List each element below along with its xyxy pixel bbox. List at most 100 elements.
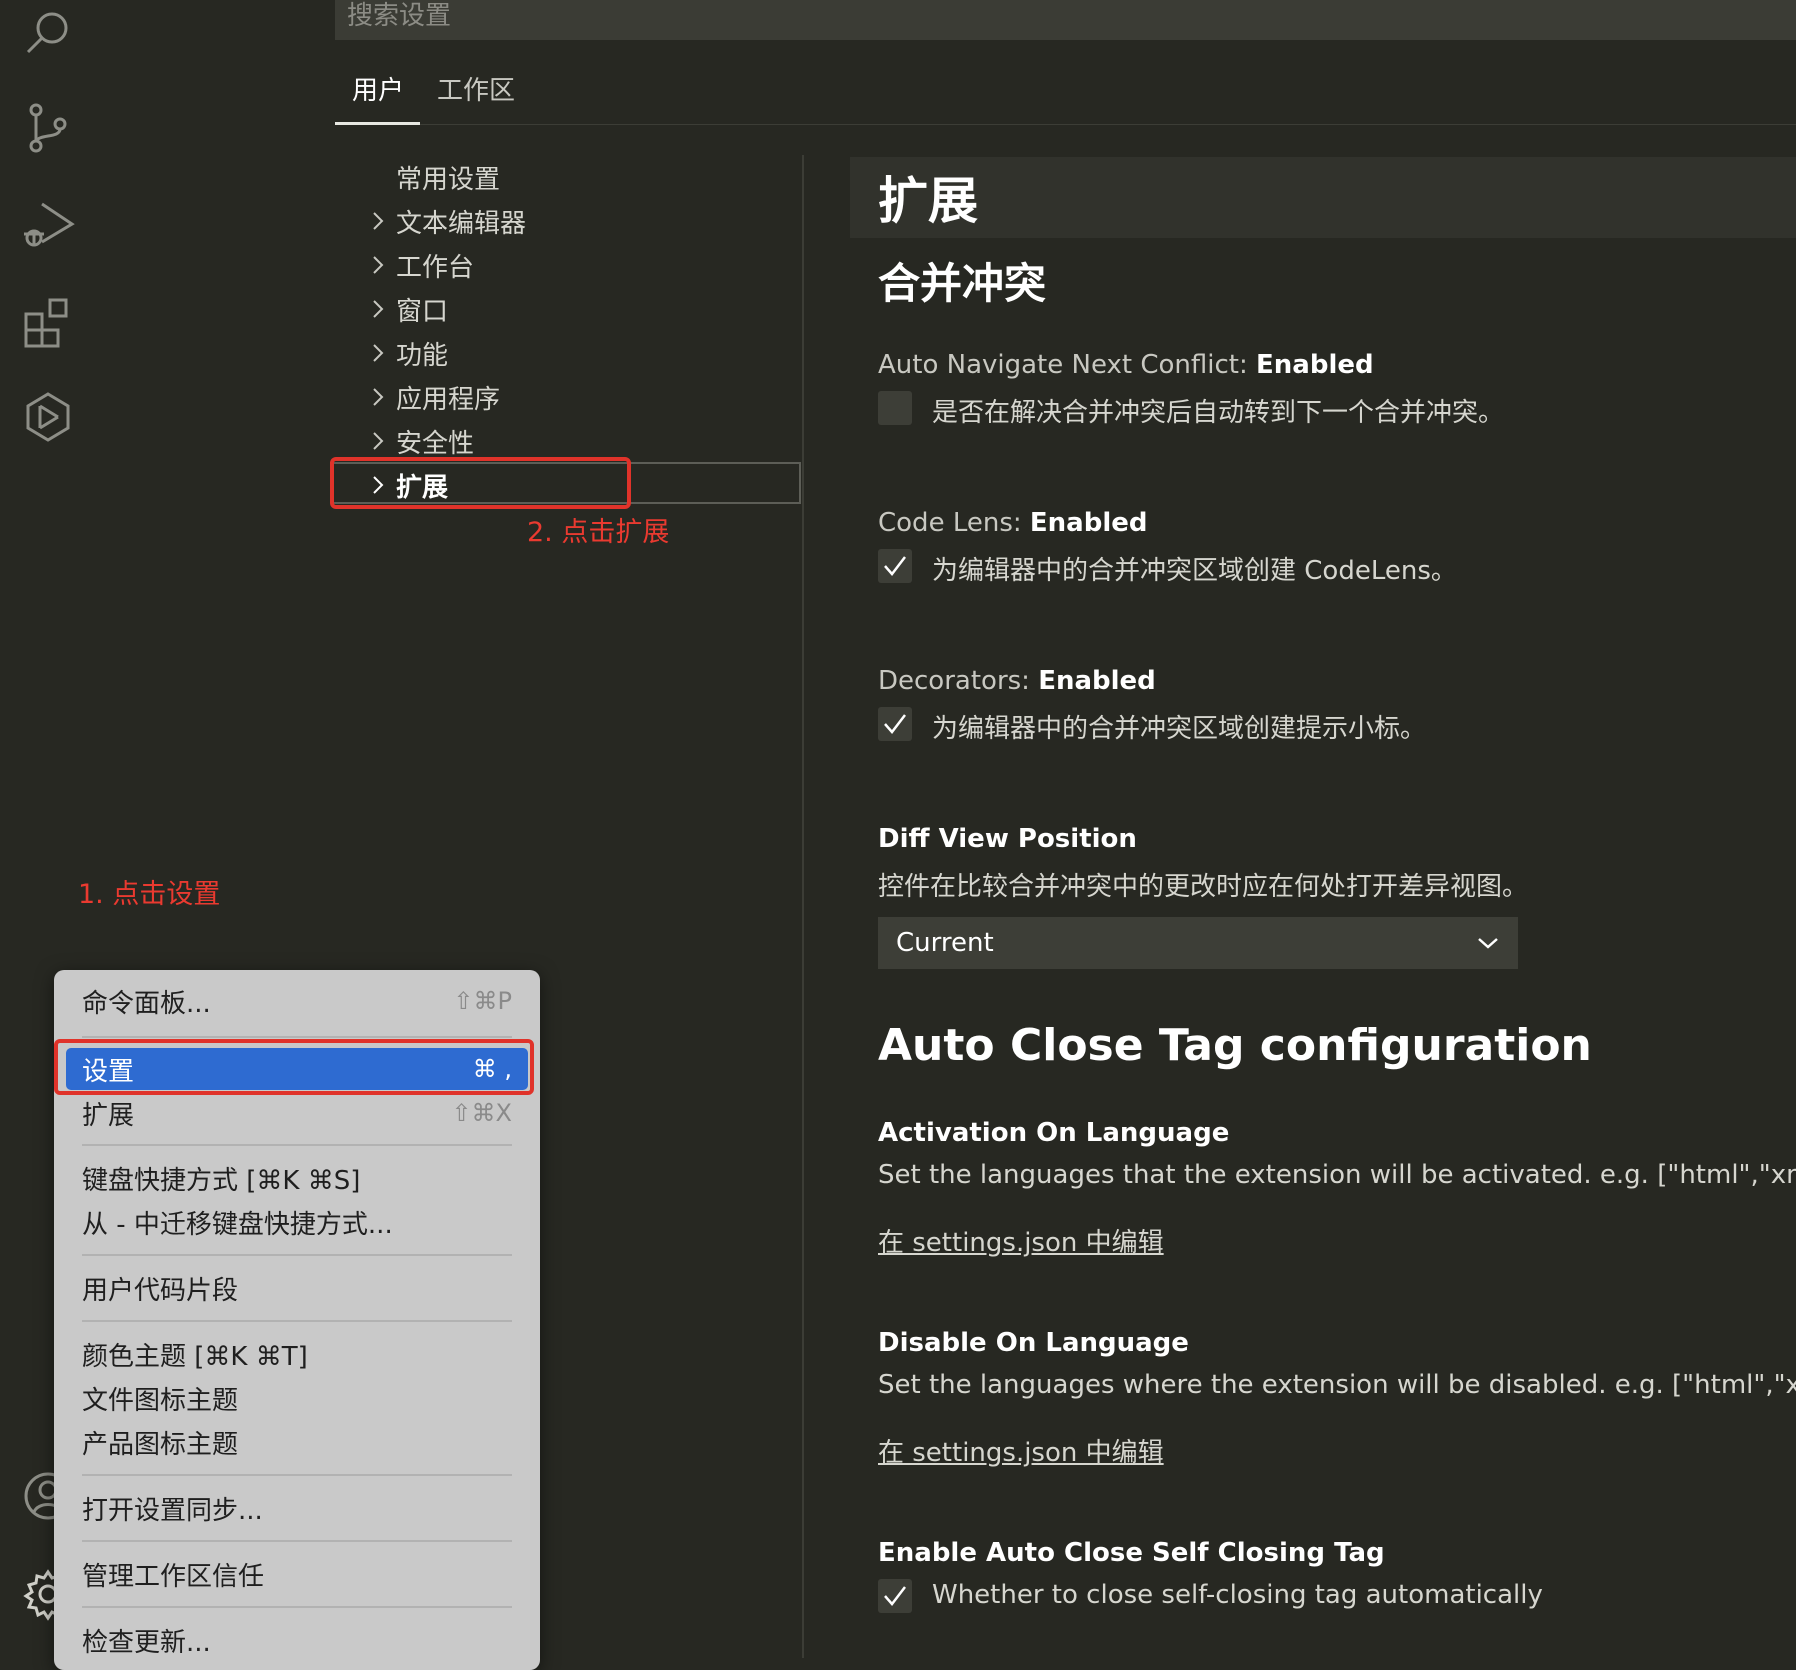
menu-separator	[82, 1036, 512, 1038]
menu-separator	[82, 1606, 512, 1608]
annotation-highlight-settings	[54, 1039, 534, 1095]
toc-item-security[interactable]: 安全性	[360, 421, 474, 461]
annotation-highlight-extensions	[330, 457, 631, 509]
setting-name: Enabled	[1029, 508, 1148, 538]
setting-description: 为编辑器中的合并冲突区域创建 CodeLens。	[932, 556, 1457, 586]
setting-title-activation: Activation On Language	[878, 1118, 1229, 1148]
settings-search-bar	[335, 0, 1796, 40]
menu-item-label: 打开设置同步...	[82, 1495, 263, 1526]
setting-title-code-lens: Code Lens: Enabled	[878, 508, 1148, 538]
menu-item-label: 扩展	[82, 1100, 135, 1131]
toc-item-label: 文本编辑器	[396, 208, 527, 239]
setting-title-self-closing: Enable Auto Close Self Closing Tag	[878, 1538, 1385, 1568]
setting-description: Set the languages that the extension wil…	[878, 1160, 1796, 1190]
setting-description: 为编辑器中的合并冲突区域创建提示小标。	[932, 714, 1427, 744]
menu-item-product-icon-theme[interactable]: 产品图标主题	[66, 1421, 528, 1463]
menu-item-label: 从 - 中迁移键盘快捷方式...	[82, 1209, 393, 1240]
remote-explorer-icon[interactable]	[20, 388, 76, 444]
pane-divider	[802, 155, 804, 1658]
toc-item-label: 应用程序	[396, 384, 501, 415]
code-lens-checkbox[interactable]	[878, 549, 912, 583]
toc-item-label: 窗口	[396, 296, 449, 327]
toc-item-window[interactable]: 窗口	[360, 289, 448, 329]
setting-category: Decorators:	[878, 666, 1039, 696]
menu-item-command-palette[interactable]: 命令面板... ⇧⌘P	[66, 980, 528, 1022]
setting-name: Diff View Position	[878, 824, 1137, 854]
setting-description: Whether to close self-closing tag automa…	[932, 1580, 1543, 1610]
setting-title-disable: Disable On Language	[878, 1328, 1189, 1358]
menu-separator	[82, 1144, 512, 1146]
tab-workspace[interactable]: 工作区	[437, 70, 515, 107]
section-header	[850, 157, 1796, 238]
menu-item-migrate-keybindings[interactable]: 从 - 中迁移键盘快捷方式...	[66, 1201, 528, 1243]
search-icon[interactable]	[20, 4, 76, 60]
menu-item-file-icon-theme[interactable]: 文件图标主题	[66, 1377, 528, 1419]
menu-item-label: 管理工作区信任	[82, 1561, 265, 1592]
extensions-icon[interactable]	[20, 292, 76, 348]
toc-item-label: 常用设置	[396, 164, 501, 195]
menu-item-user-snippets[interactable]: 用户代码片段	[66, 1267, 528, 1309]
select-value: Current	[896, 928, 994, 958]
toc-item-application[interactable]: 应用程序	[360, 377, 500, 417]
toc-item-common[interactable]: 常用设置	[360, 157, 500, 197]
chevron-right-icon	[360, 333, 396, 373]
self-closing-checkbox[interactable]	[878, 1579, 912, 1613]
auto-navigate-checkbox[interactable]	[878, 391, 912, 425]
toc-item-text-editor[interactable]: 文本编辑器	[360, 201, 526, 241]
menu-item-label: 颜色主题 [⌘K ⌘T]	[82, 1341, 308, 1372]
diff-view-position-select[interactable]: Current	[878, 917, 1518, 969]
toc-item-features[interactable]: 功能	[360, 333, 448, 373]
menu-separator	[82, 1320, 512, 1322]
menu-item-label: 产品图标主题	[82, 1429, 239, 1460]
chevron-right-icon	[360, 245, 396, 285]
menu-item-color-theme[interactable]: 颜色主题 [⌘K ⌘T]	[66, 1333, 528, 1375]
source-control-icon[interactable]	[20, 100, 76, 156]
toc-item-workbench[interactable]: 工作台	[360, 245, 474, 285]
setting-category: Code Lens:	[878, 508, 1030, 538]
menu-item-check-updates[interactable]: 检查更新...	[66, 1619, 528, 1661]
chevron-right-icon	[360, 289, 396, 329]
setting-name: Disable On Language	[878, 1328, 1189, 1358]
active-tab-indicator	[335, 122, 420, 125]
setting-description: Set the languages where the extension wi…	[878, 1370, 1796, 1400]
group-title-merge-conflict: 合并冲突	[878, 259, 1047, 308]
chevron-right-icon	[360, 377, 396, 417]
menu-item-label: 文件图标主题	[82, 1385, 239, 1416]
tab-user[interactable]: 用户	[352, 70, 404, 107]
menu-separator	[82, 1540, 512, 1542]
edit-in-settings-json-link[interactable]: 在 settings.json 中编辑	[878, 1432, 1164, 1469]
setting-category: Auto Navigate Next Conflict:	[878, 350, 1257, 380]
menu-separator	[82, 1474, 512, 1476]
settings-search-input[interactable]	[335, 0, 1796, 32]
setting-description: 是否在解决合并冲突后自动转到下一个合并冲突。	[932, 398, 1505, 428]
annotation-step2-label: 2. 点击扩展	[527, 517, 670, 548]
menu-item-label: 键盘快捷方式 [⌘K ⌘S]	[82, 1165, 361, 1196]
menu-item-workspace-trust[interactable]: 管理工作区信任	[66, 1553, 528, 1595]
chevron-right-icon	[360, 421, 396, 461]
setting-name: Enabled	[1038, 666, 1156, 696]
toc-item-label: 工作台	[396, 252, 475, 283]
menu-item-label: 检查更新...	[82, 1627, 211, 1658]
check-icon	[884, 714, 906, 734]
setting-name: Activation On Language	[878, 1118, 1230, 1148]
menu-item-keyboard-shortcuts[interactable]: 键盘快捷方式 [⌘K ⌘S]	[66, 1157, 528, 1199]
annotation-step1-label: 1. 点击设置	[78, 879, 221, 910]
run-debug-icon[interactable]	[20, 196, 76, 252]
menu-separator	[82, 1254, 512, 1256]
chevron-down-icon	[1478, 938, 1498, 949]
group-title-auto-close-tag: Auto Close Tag configuration	[878, 1020, 1592, 1071]
section-title: 扩展	[878, 172, 978, 230]
tabs-divider	[335, 124, 1796, 125]
decorators-checkbox[interactable]	[878, 707, 912, 741]
edit-in-settings-json-link[interactable]: 在 settings.json 中编辑	[878, 1222, 1164, 1259]
menu-item-extensions[interactable]: 扩展 ⇧⌘X	[66, 1092, 528, 1134]
setting-name: Enable Auto Close Self Closing Tag	[878, 1538, 1385, 1568]
setting-title-diff-view: Diff View Position	[878, 824, 1137, 854]
chevron-right-icon	[360, 201, 396, 241]
menu-item-shortcut: ⇧⌘P	[453, 987, 512, 1015]
toc-item-label: 功能	[396, 340, 449, 371]
menu-item-shortcut: ⇧⌘X	[451, 1099, 512, 1127]
setting-name: Enabled	[1256, 350, 1374, 380]
toc-spacer	[360, 157, 396, 197]
menu-item-settings-sync[interactable]: 打开设置同步...	[66, 1487, 528, 1529]
